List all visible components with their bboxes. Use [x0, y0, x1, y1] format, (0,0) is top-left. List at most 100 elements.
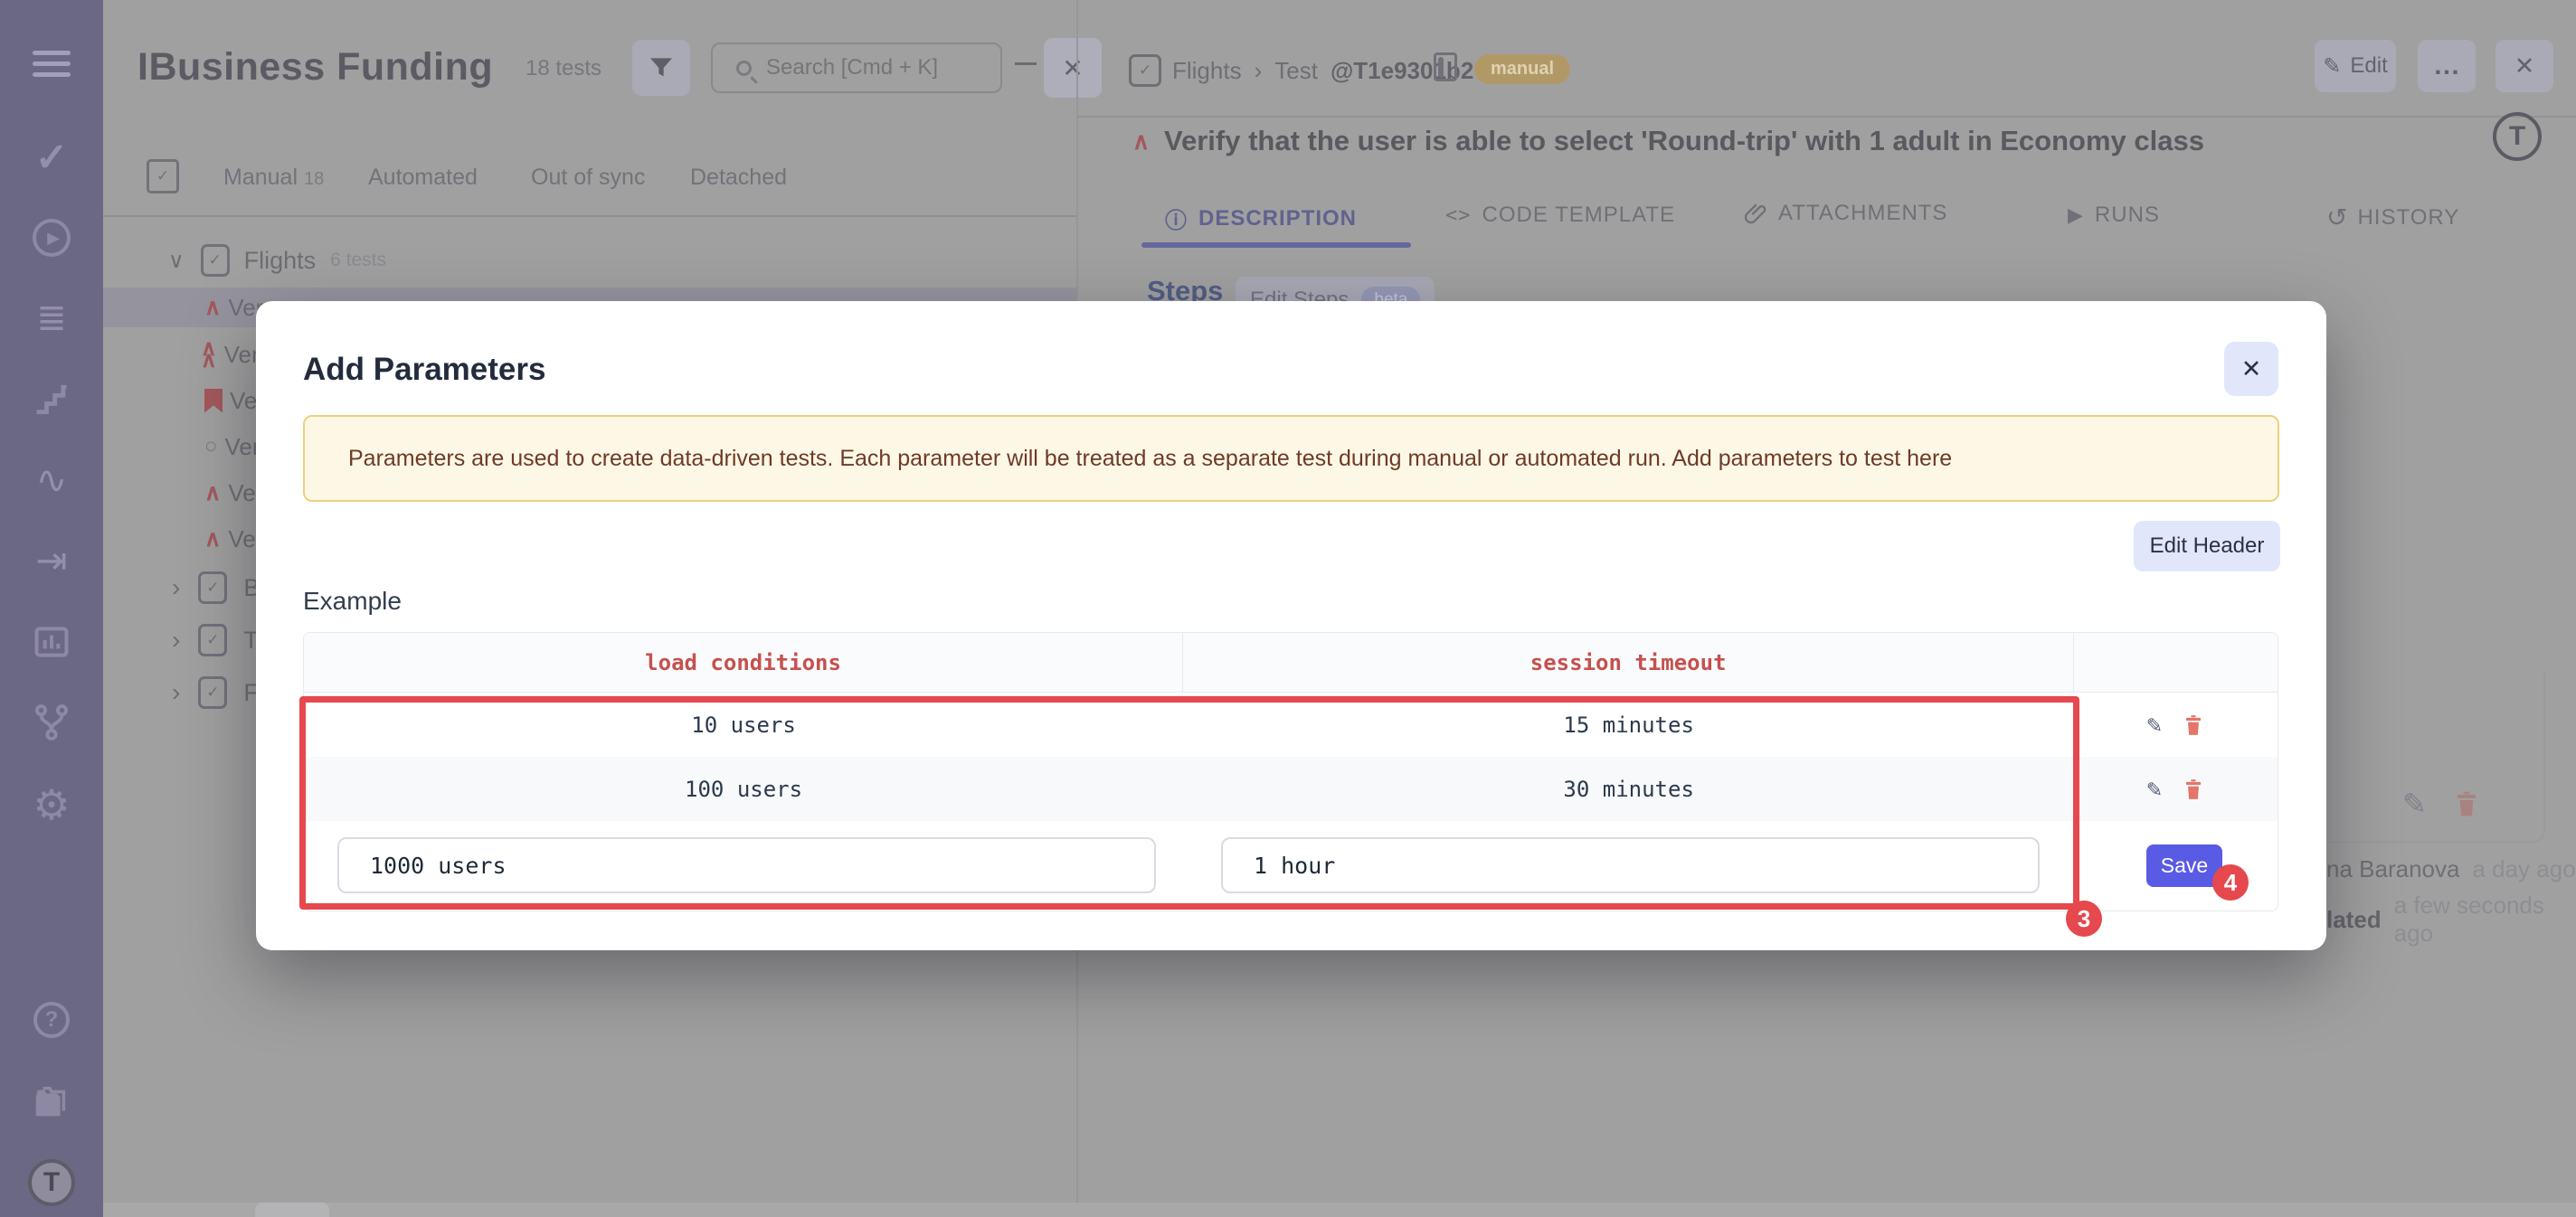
- annotation-badge-3: 3: [2066, 901, 2102, 937]
- breadcrumb-type: Test: [1274, 57, 1318, 85]
- annotation-badge-4: 4: [2212, 864, 2249, 901]
- clear-search-button[interactable]: ✕: [1044, 38, 1102, 98]
- breadcrumb-folder[interactable]: Flights: [1172, 57, 1242, 85]
- modal-title: Add Parameters: [303, 352, 545, 388]
- pencil-icon: ✎: [2323, 53, 2341, 80]
- test-title-row: ∧ Verify that the user is able to select…: [1132, 125, 2204, 157]
- more-button[interactable]: …: [2418, 40, 2476, 92]
- activity-row: na Baranova a day ago: [2326, 855, 2576, 883]
- code-icon: <>: [1445, 204, 1472, 227]
- history-icon: ↺: [2326, 203, 2348, 232]
- ellipsis-icon: …: [2433, 51, 2460, 81]
- pulse-analytics-icon[interactable]: ∿: [14, 454, 90, 505]
- help-icon[interactable]: ?: [14, 995, 90, 1045]
- test-plans-icon[interactable]: ≣: [14, 293, 90, 344]
- tab-manual[interactable]: Manual 18: [223, 165, 324, 191]
- milestones-steps-icon[interactable]: [14, 373, 90, 424]
- test-label: Ver: [225, 433, 260, 461]
- new-load-conditions-input[interactable]: [337, 837, 1156, 893]
- toast-edge: [255, 1203, 329, 1217]
- search-input[interactable]: [766, 55, 965, 80]
- copy-icon[interactable]: [1438, 57, 1444, 78]
- suite-doc-icon: ✓: [198, 571, 227, 604]
- brand-logo-icon[interactable]: T: [2493, 112, 2542, 161]
- tab-code-template[interactable]: <>CODE TEMPLATE: [1445, 203, 1675, 228]
- cell-load-conditions: 10 users: [304, 693, 1183, 757]
- tree-folder-flights[interactable]: ∨ ✓ Flights 6 tests: [103, 241, 1076, 280]
- tab-automated[interactable]: Automated: [368, 165, 478, 191]
- search-box[interactable]: [711, 42, 1002, 93]
- nav-rail: ✓ ▶ ≣ ∿ ⇥ ⚙ ? T: [0, 0, 103, 1217]
- modal-close-button[interactable]: ✕: [2224, 342, 2278, 396]
- chevron-right-icon[interactable]: ›: [172, 678, 180, 707]
- tab-attachments[interactable]: ATTACHMENTS: [1744, 201, 1947, 226]
- activity-time: a few seconds ago: [2394, 892, 2576, 948]
- suite-doc-icon: ✓: [201, 244, 230, 277]
- save-button[interactable]: Save: [2146, 844, 2222, 887]
- test-checkbox-icon[interactable]: ✓: [1129, 54, 1161, 87]
- trash-icon[interactable]: [2452, 788, 2481, 819]
- edit-button[interactable]: ✎Edit: [2315, 40, 2396, 92]
- reports-chart-icon[interactable]: [14, 617, 90, 667]
- folder-name: Flights: [244, 247, 317, 275]
- tab-description[interactable]: ⓘDESCRIPTION: [1165, 203, 1357, 234]
- tab-history[interactable]: ↺HISTORY: [2326, 203, 2459, 232]
- tab-detached[interactable]: Detached: [690, 165, 787, 191]
- severity-chevron-up-icon: ∧: [204, 479, 221, 506]
- new-session-timeout-input[interactable]: [1221, 837, 2040, 893]
- close-test-button[interactable]: ✕: [2496, 40, 2553, 92]
- severity-chevron-up-icon: ∧: [204, 525, 221, 552]
- table-row: 10 users 15 minutes ✎: [304, 693, 2278, 757]
- tab-out-of-sync[interactable]: Out of sync: [531, 165, 645, 191]
- search-icon: [736, 61, 752, 76]
- info-banner-text: Parameters are used to create data-drive…: [348, 446, 1952, 472]
- table-header-row: load conditions session timeout: [304, 633, 2278, 693]
- bottom-strip: [103, 1203, 2576, 1217]
- column-header-session-timeout: session timeout: [1183, 633, 2074, 692]
- filter-button[interactable]: [632, 40, 690, 96]
- tab-runs[interactable]: ▶RUNS: [2068, 203, 2160, 228]
- cell-session-timeout: 30 minutes: [1183, 757, 2074, 821]
- app-screen: { "glyphs": { "check": "✓", "play": "▶",…: [0, 0, 2576, 1217]
- app-logo[interactable]: T: [14, 1157, 90, 1208]
- tabs-divider: [103, 215, 1076, 217]
- activity-user: na Baranova: [2326, 855, 2459, 883]
- table-row: 100 users 30 minutes ✎: [304, 757, 2278, 821]
- comment-actions: ✎: [2402, 788, 2481, 819]
- delete-row-icon[interactable]: [2182, 712, 2205, 739]
- suite-doc-icon: ✓: [198, 676, 227, 709]
- import-icon[interactable]: ⇥: [14, 534, 90, 585]
- close-icon: ✕: [2241, 355, 2262, 383]
- menu-icon[interactable]: [14, 38, 90, 89]
- folder-meta: 6 tests: [330, 250, 386, 271]
- branch-icon[interactable]: [14, 697, 90, 748]
- pencil-icon[interactable]: ✎: [2402, 789, 2427, 818]
- close-icon: ✕: [1062, 53, 1083, 83]
- cell-actions: ✎: [2074, 757, 2278, 821]
- close-icon: ✕: [2514, 52, 2535, 80]
- settings-gear-icon[interactable]: ⚙: [14, 779, 90, 830]
- edit-row-icon[interactable]: ✎: [2146, 712, 2161, 737]
- chevron-down-icon[interactable]: ∨: [168, 248, 185, 274]
- runs-play-icon[interactable]: ▶: [14, 212, 90, 263]
- bookmark-icon: [204, 389, 223, 413]
- edit-row-icon[interactable]: ✎: [2146, 777, 2161, 801]
- severity-circle-icon: ○: [204, 434, 218, 459]
- breadcrumb-separator: ›: [1255, 57, 1263, 85]
- tests-check-icon[interactable]: ✓: [14, 132, 90, 183]
- projects-icon[interactable]: [14, 1077, 90, 1127]
- edit-header-button[interactable]: Edit Header: [2134, 521, 2280, 571]
- parameters-table: load conditions session timeout 10 users…: [303, 632, 2278, 911]
- activity-time: a day ago: [2472, 855, 2575, 883]
- play-icon: ▶: [2068, 203, 2084, 227]
- status-badge: manual: [1474, 54, 1570, 84]
- delete-row-icon[interactable]: [2182, 776, 2205, 803]
- chevron-right-icon[interactable]: ›: [172, 626, 180, 655]
- activity-row: lated a few seconds ago: [2326, 892, 2576, 948]
- new-parameter-row: Save: [304, 821, 2278, 910]
- page-title: IBusiness Funding: [137, 45, 493, 90]
- chevron-right-icon[interactable]: ›: [172, 573, 180, 602]
- column-header-actions: [2074, 633, 2278, 692]
- cell-load-conditions: 100 users: [304, 757, 1183, 821]
- activity-action: lated: [2326, 906, 2382, 934]
